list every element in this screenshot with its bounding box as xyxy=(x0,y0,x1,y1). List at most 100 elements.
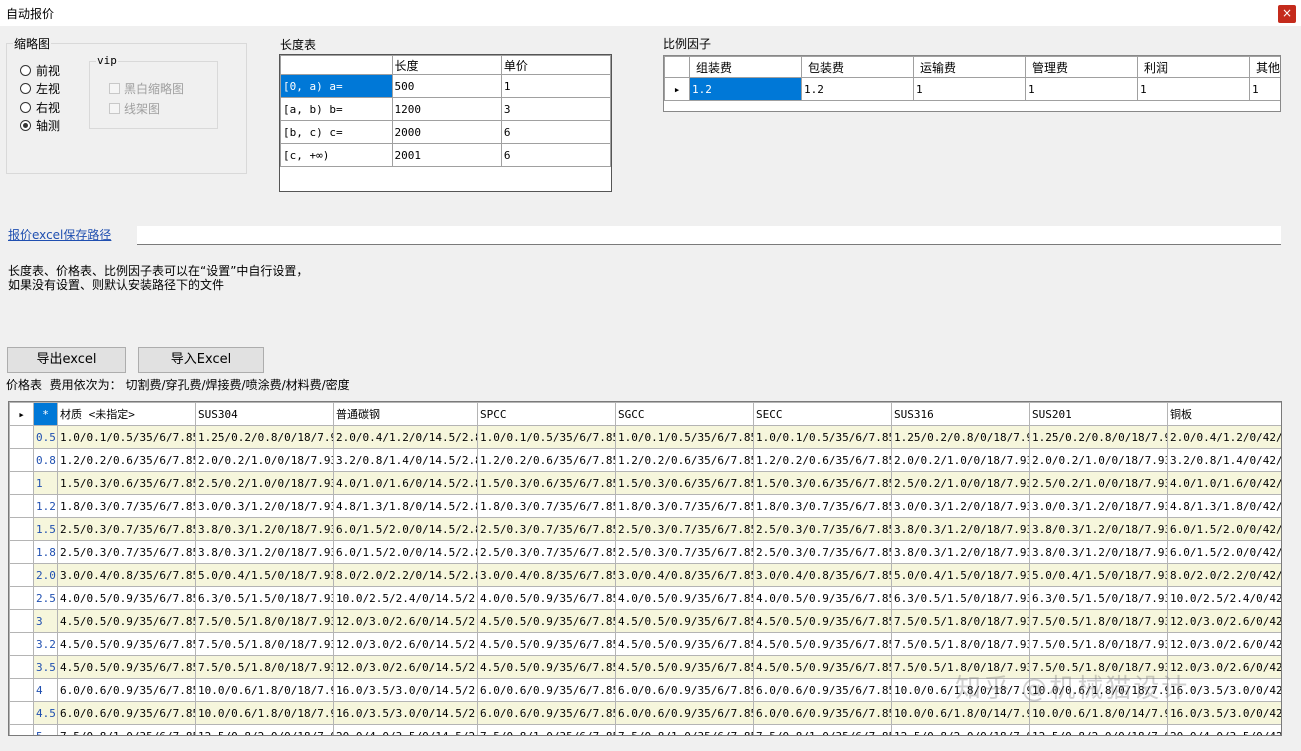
excel-path-link[interactable]: 报价excel保存路径 xyxy=(8,226,111,243)
price-row-selector[interactable] xyxy=(9,701,34,725)
price-cell[interactable]: 4.8/1.3/1.8/0/42/8.9 xyxy=(1167,494,1281,518)
price-cell[interactable]: 12.0/3.0/2.6/0/14.5/2.8 xyxy=(333,609,478,633)
price-row-selector[interactable] xyxy=(9,609,34,633)
price-cell[interactable]: 1.0/0.1/0.5/35/6/7.85 xyxy=(57,425,196,449)
price-cell[interactable]: 2.0/0.4/1.2/0/14.5/2.8 xyxy=(333,425,478,449)
price-cell[interactable]: 2.0/0.2/1.0/0/18/7.93 xyxy=(195,448,334,472)
length-cell[interactable]: 6 xyxy=(500,143,612,167)
price-cell[interactable]: 7.5/0.8/1.0/35/6/7.85 xyxy=(753,724,892,735)
price-row-selector[interactable] xyxy=(9,425,34,449)
price-cell[interactable]: 3.8/0.3/1.2/0/18/7.93 xyxy=(1029,517,1168,541)
price-cell[interactable]: 4.5/0.5/0.9/35/6/7.85 xyxy=(615,655,754,679)
view-radio-0[interactable]: 前视 xyxy=(20,61,60,80)
price-cell[interactable]: 4.5/0.5/0.9/35/6/7.85 xyxy=(615,609,754,633)
price-cell[interactable]: 2.5/0.3/0.7/35/6/7.85 xyxy=(477,517,616,541)
price-cell[interactable]: 1.25/0.2/0.8/0/18/7.93 xyxy=(195,425,334,449)
view-radio-3[interactable]: 轴测 xyxy=(20,117,60,136)
price-cell[interactable]: 6.0/1.5/2.0/0/42/8.9 xyxy=(1167,540,1281,564)
price-cell[interactable]: 5.0/0.4/1.5/0/18/7.93 xyxy=(891,563,1030,587)
vip-checkbox-1[interactable]: 线架图 xyxy=(109,98,184,118)
price-cell[interactable]: 1.5/0.3/0.6/35/6/7.85 xyxy=(753,471,892,495)
price-cell[interactable]: 12.5/0.8/2.0/0/18/7.93 xyxy=(891,724,1030,735)
price-cell[interactable]: 7.5/0.5/1.8/0/18/7.93 xyxy=(891,609,1030,633)
ratio-cell[interactable]: 1 xyxy=(1025,77,1138,101)
price-cell[interactable]: 3.2/0.8/1.4/0/14.5/2.8 xyxy=(333,448,478,472)
length-cell[interactable]: 1200 xyxy=(391,97,502,121)
price-cell[interactable]: 7.5/0.5/1.8/0/18/7.93 xyxy=(195,632,334,656)
price-cell[interactable]: 2.5/0.3/0.7/35/6/7.85 xyxy=(477,540,616,564)
price-thickness-cell[interactable]: 2.5 xyxy=(33,586,58,610)
price-cell[interactable]: 1.2/0.2/0.6/35/6/7.85 xyxy=(477,448,616,472)
price-cell[interactable]: 3.8/0.3/1.2/0/18/7.93 xyxy=(1029,540,1168,564)
price-cell[interactable]: 20.0/4.0/3.5/0/42/8.9 xyxy=(1167,724,1281,735)
price-cell[interactable]: 2.5/0.3/0.7/35/6/7.85 xyxy=(57,517,196,541)
length-cell[interactable]: 500 xyxy=(391,74,502,98)
price-cell[interactable]: 1.8/0.3/0.7/35/6/7.85 xyxy=(477,494,616,518)
price-cell[interactable]: 2.5/0.3/0.7/35/6/7.85 xyxy=(615,540,754,564)
price-cell[interactable]: 7.5/0.8/1.0/35/6/7.85 xyxy=(615,724,754,735)
price-cell[interactable]: 12.5/0.8/2.0/0/18/7.93 xyxy=(195,724,334,735)
price-cell[interactable]: 1.5/0.3/0.6/35/6/7.85 xyxy=(57,471,196,495)
price-cell[interactable]: 3.8/0.3/1.2/0/18/7.93 xyxy=(891,517,1030,541)
price-cell[interactable]: 7.5/0.5/1.8/0/18/7.93 xyxy=(195,609,334,633)
price-cell[interactable]: 1.8/0.3/0.7/35/6/7.85 xyxy=(753,494,892,518)
length-cell[interactable]: [0, a) a= xyxy=(280,74,393,98)
price-cell[interactable]: 4.5/0.5/0.9/35/6/7.85 xyxy=(57,655,196,679)
price-cell[interactable]: 12.5/0.8/2.0/0/18/7.93 xyxy=(1029,724,1168,735)
price-cell[interactable]: 6.0/0.6/0.9/35/6/7.85 xyxy=(57,678,196,702)
price-cell[interactable]: 1.8/0.3/0.7/35/6/7.85 xyxy=(57,494,196,518)
price-cell[interactable]: 6.0/0.6/0.9/35/6/7.85 xyxy=(615,678,754,702)
price-row-selector[interactable] xyxy=(9,448,34,472)
price-thickness-cell[interactable]: 1.2 xyxy=(33,494,58,518)
price-row-selector[interactable] xyxy=(9,632,34,656)
price-cell[interactable]: 1.5/0.3/0.6/35/6/7.85 xyxy=(477,471,616,495)
price-cell[interactable]: 4.5/0.5/0.9/35/6/7.85 xyxy=(753,609,892,633)
length-cell[interactable]: 2000 xyxy=(391,120,502,144)
price-cell[interactable]: 16.0/3.5/3.0/0/14.5/2.8 xyxy=(333,678,478,702)
price-cell[interactable]: 6.0/0.6/0.9/35/6/7.85 xyxy=(615,701,754,725)
price-cell[interactable]: 10.0/0.6/1.8/0/18/7.93 xyxy=(195,701,334,725)
price-cell[interactable]: 1.8/0.3/0.7/35/6/7.85 xyxy=(615,494,754,518)
price-cell[interactable]: 4.0/1.0/1.6/0/14.5/2.8 xyxy=(333,471,478,495)
price-cell[interactable]: 4.0/0.5/0.9/35/6/7.85 xyxy=(477,586,616,610)
price-thickness-cell[interactable]: 1.5 xyxy=(33,517,58,541)
price-cell[interactable]: 1.2/0.2/0.6/35/6/7.85 xyxy=(57,448,196,472)
price-cell[interactable]: 6.0/1.5/2.0/0/14.5/2.8 xyxy=(333,517,478,541)
price-cell[interactable]: 8.0/2.0/2.2/0/42/8.9 xyxy=(1167,563,1281,587)
price-cell[interactable]: 3.0/0.4/0.8/35/6/7.85 xyxy=(753,563,892,587)
price-row-selector[interactable] xyxy=(9,586,34,610)
price-row-selector[interactable] xyxy=(9,655,34,679)
price-cell[interactable]: 16.0/3.5/3.0/0/14.5/2.8 xyxy=(333,701,478,725)
price-cell[interactable]: 2.5/0.3/0.7/35/6/7.85 xyxy=(57,540,196,564)
length-cell[interactable]: [b, c) c= xyxy=(280,120,393,144)
price-cell[interactable]: 5.0/0.4/1.5/0/18/7.93 xyxy=(1029,563,1168,587)
price-cell[interactable]: 4.5/0.5/0.9/35/6/7.85 xyxy=(477,655,616,679)
price-cell[interactable]: 3.0/0.3/1.2/0/18/7.93 xyxy=(1029,494,1168,518)
price-cell[interactable]: 3.8/0.3/1.2/0/18/7.93 xyxy=(891,540,1030,564)
price-thickness-cell[interactable]: 5 xyxy=(33,724,58,735)
price-cell[interactable]: 2.5/0.3/0.7/35/6/7.85 xyxy=(615,517,754,541)
price-row-selector[interactable] xyxy=(9,517,34,541)
price-cell[interactable]: 6.0/0.6/0.9/35/6/7.85 xyxy=(753,678,892,702)
price-cell[interactable]: 12.0/3.0/2.6/0/42/8.9 xyxy=(1167,632,1281,656)
price-cell[interactable]: 6.3/0.5/1.5/0/18/7.93 xyxy=(1029,586,1168,610)
length-cell[interactable]: 2001 xyxy=(391,143,502,167)
price-row-selector[interactable] xyxy=(9,540,34,564)
price-cell[interactable]: 4.5/0.5/0.9/35/6/7.85 xyxy=(57,609,196,633)
price-row-selector[interactable] xyxy=(9,471,34,495)
price-cell[interactable]: 4.0/0.5/0.9/35/6/7.85 xyxy=(753,586,892,610)
price-cell[interactable]: 3.2/0.8/1.4/0/42/8.9 xyxy=(1167,448,1281,472)
price-cell[interactable]: 1.5/0.3/0.6/35/6/7.85 xyxy=(615,471,754,495)
price-cell[interactable]: 1.2/0.2/0.6/35/6/7.85 xyxy=(753,448,892,472)
price-cell[interactable]: 4.5/0.5/0.9/35/6/7.85 xyxy=(615,632,754,656)
price-thickness-cell[interactable]: 4.5 xyxy=(33,701,58,725)
price-cell[interactable]: 4.0/1.0/1.6/0/42/8.9 xyxy=(1167,471,1281,495)
price-cell[interactable]: 6.0/1.5/2.0/0/42/8.9 xyxy=(1167,517,1281,541)
price-cell[interactable]: 2.5/0.2/1.0/0/18/7.93 xyxy=(891,471,1030,495)
vip-checkbox-0[interactable]: 黑白缩略图 xyxy=(109,78,184,98)
price-cell[interactable]: 12.0/3.0/2.6/0/14.5/2.8 xyxy=(333,632,478,656)
price-cell[interactable]: 2.0/0.4/1.2/0/42/8.9 xyxy=(1167,425,1281,449)
price-cell[interactable]: 7.5/0.5/1.8/0/18/7.93 xyxy=(1029,632,1168,656)
price-cell[interactable]: 7.5/0.8/1.0/35/6/7.85 xyxy=(477,724,616,735)
price-cell[interactable]: 3.8/0.3/1.2/0/18/7.93 xyxy=(195,517,334,541)
